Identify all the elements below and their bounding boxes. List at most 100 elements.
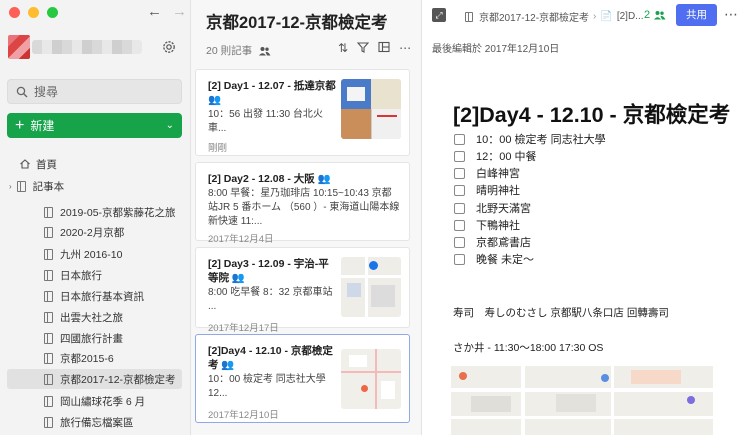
notebook-label: 日本旅行基本資訊 [60,290,144,303]
notebook-label: 京都2017-12-京都檢定考 [60,373,176,386]
todo-text: 晚餐 未定～ [476,254,535,266]
sidebar-notebook-item[interactable]: 岡山繡球花季 6 月 [0,391,191,411]
sidebar-notebook-item[interactable]: 日本旅行基本資訊 [0,286,191,306]
shared-icon: 👥 [221,359,235,371]
search-icon [16,86,28,97]
sort-icon[interactable]: ⇅ [338,41,348,55]
checkbox[interactable] [454,219,465,231]
checkbox[interactable] [454,202,465,214]
note-card-date: 剛剛 [208,143,228,154]
notebook-icon [44,311,53,323]
gear-icon[interactable] [161,39,177,55]
note-card-snippet: 8:00 早餐：星乃珈琲店 10:15~10:43 京都站JR 5 番ホーム （… [208,188,400,227]
note-card-title-text: [2] Day2 - 12.08 - 大阪 [208,173,315,185]
note-list-toolbar: ⇅ ⋯ [338,41,411,55]
plus-icon: + [15,116,25,134]
last-edited-label: 最後編輯於 2017年12月10日 [432,44,560,55]
todo-item[interactable]: 晴明神社 [454,183,714,197]
shared-users-icon[interactable] [258,46,271,56]
back-arrow-icon[interactable]: ← [147,3,162,20]
sidebar-item-label: 記事本 [32,180,65,193]
notebook-label: 四國旅行計畫 [60,332,123,345]
more-options-icon[interactable]: ⋯ [399,41,411,55]
share-count-label: 2 [644,9,651,21]
note-paragraph[interactable]: さか井 - 11:30～18:00 17:30 OS [453,340,603,355]
shared-icon: 👥 [231,272,245,284]
note-card[interactable]: [2] Day3 - 12.09 - 宇治-平等院 👥 8:00 吃早餐 8：3… [195,247,410,334]
todo-item[interactable]: 10：00 檢定考 同志社大學 [454,132,714,146]
todo-item[interactable]: 京都鳶書店 [454,235,714,249]
sidebar-notebook-item[interactable]: 出雲大社之旅 [0,307,191,327]
notebook-icon [44,269,53,281]
minimize-window-button[interactable] [28,7,39,18]
share-button[interactable]: 共用 [676,4,717,26]
todo-text: 晴明神社 [476,185,520,197]
notebook-label: 九州 2016-10 [60,248,123,261]
new-note-label: 新建 [30,119,55,133]
notebook-label: 旅行備忘檔案區 [60,416,134,429]
sidebar-notebook-item[interactable]: 日本旅行 [0,265,191,285]
checkbox[interactable] [454,133,465,145]
breadcrumb: 京都2017-12-京都檢定考 › 📄 [2]D... [465,9,644,24]
sidebar-item-notebooks[interactable]: › 記事本 [0,176,191,196]
avatar[interactable] [8,35,30,59]
more-options-icon[interactable]: ⋯ [724,6,738,23]
todo-text: 下鴨神社 [476,220,520,232]
note-card-title: [2]Day4 - 12.10 - 京都檢定考 👥 [208,344,336,372]
checkbox[interactable] [454,184,465,196]
note-card-text: [2] Day1 - 12.07 - 抵達京都 👥 10：56 出發 11:30… [208,79,336,154]
note-count-label: 20 則記事 [206,45,253,57]
note-card-snippet: 10：00 檢定考 同志社大學 12... [208,374,326,399]
expand-icon[interactable]: ⤢ [432,8,446,22]
close-window-button[interactable] [9,7,20,18]
todo-item[interactable]: 晚餐 未定～ [454,252,714,266]
note-card-selected[interactable]: [2]Day4 - 12.10 - 京都檢定考 👥 10：00 檢定考 同志社大… [195,334,410,423]
sidebar-notebook-item[interactable]: 旅行備忘檔案區 [0,412,191,432]
note-card-title-text: [2] Day3 - 12.09 - 宇治-平等院 [208,258,329,284]
todo-text: 12：00 中餐 [476,151,537,163]
note-thumbnail-map [341,257,401,317]
search-box[interactable]: 搜尋 [7,79,182,104]
chevron-down-icon[interactable]: ⌄ [166,120,174,131]
view-layout-icon[interactable] [378,41,390,53]
todo-item[interactable]: 12：00 中餐 [454,149,714,163]
notebook-label: 日本旅行 [60,269,102,282]
filter-icon[interactable] [357,41,370,53]
forward-arrow-icon[interactable]: → [172,3,187,20]
notebook-icon [44,395,53,407]
todo-text: 白峰神宮 [476,168,520,180]
sidebar-notebook-item[interactable]: 2020-2月京都 [0,222,191,242]
note-card[interactable]: [2] Day1 - 12.07 - 抵達京都 👥 10：56 出發 11:30… [195,69,410,156]
sidebar: ← → 搜尋 + 新建 ⌄ 首頁 › 記事本 2019-05-京都紫藤花之旅 2… [0,0,191,435]
note-title[interactable]: [2]Day4 - 12.10 - 京都檢定考 [453,98,730,129]
todo-item[interactable]: 北野天滿宮 [454,201,714,215]
sidebar-notebook-item-selected[interactable]: 京都2017-12-京都檢定考 [7,369,182,389]
shared-icon: 👥 [208,94,222,106]
todo-item[interactable]: 白峰神宮 [454,166,714,180]
checkbox[interactable] [454,236,465,248]
chevron-right-icon[interactable]: › [9,182,12,191]
new-note-button[interactable]: + 新建 ⌄ [7,113,182,138]
todo-item[interactable]: 下鴨神社 [454,218,714,232]
notebook-icon [44,290,53,302]
account-name-redacted[interactable] [32,40,142,54]
note-card-title-text: [2] Day1 - 12.07 - 抵達京都 [208,80,336,92]
checkbox[interactable] [454,253,465,265]
note-card-snippet: 8:00 吃早餐 8：32 京都車站 ... [208,287,333,312]
maximize-window-button[interactable] [47,7,58,18]
note-card-text: [2]Day4 - 12.10 - 京都檢定考 👥 10：00 檢定考 同志社大… [208,344,336,421]
note-card-date: 2017年12月17日 [208,323,279,334]
breadcrumb-note[interactable]: [2]D... [617,11,644,22]
note-card[interactable]: [2] Day2 - 12.08 - 大阪 👥 8:00 早餐：星乃珈琲店 10… [195,162,410,245]
notebook-icon [465,11,473,22]
breadcrumb-notebook[interactable]: 京都2017-12-京都檢定考 [479,9,589,24]
sidebar-notebook-item[interactable]: 四國旅行計畫 [0,328,191,348]
sidebar-notebook-item[interactable]: 九州 2016-10 [0,244,191,264]
shared-with-count[interactable]: 2 [644,9,666,21]
note-paragraph[interactable]: 寿司 寿しのむさし 京都駅八条口店 回轉壽司 [453,305,669,320]
checkbox[interactable] [454,150,465,162]
sidebar-item-home[interactable]: 首頁 [0,154,191,174]
sidebar-notebook-item[interactable]: 京都2015-6 [0,348,191,368]
sidebar-notebook-item[interactable]: 2019-05-京都紫藤花之旅 [0,202,191,222]
checkbox[interactable] [454,167,465,179]
